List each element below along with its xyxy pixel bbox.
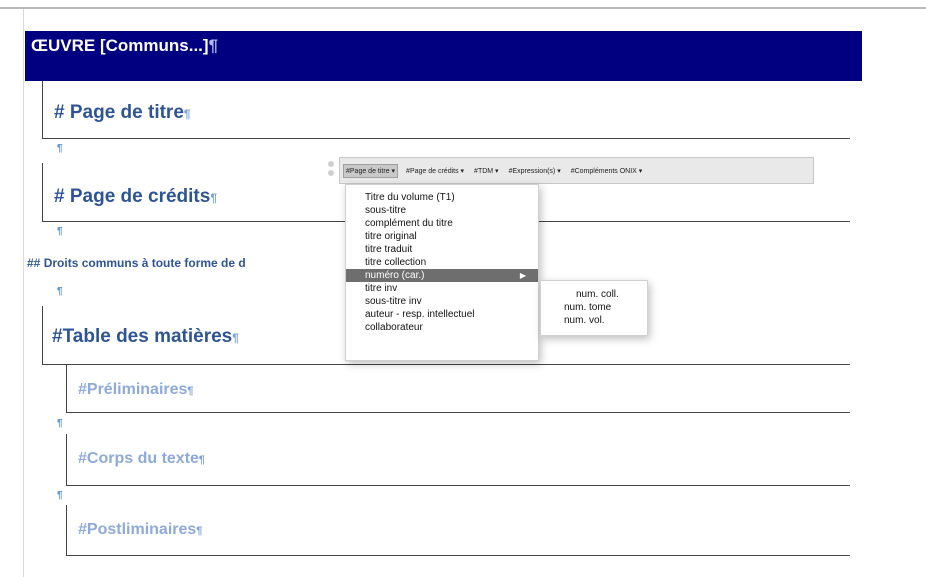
- toolbar-tdm-button[interactable]: #TDM ▾: [472, 165, 501, 177]
- pilcrow-mark: ¶: [196, 525, 203, 537]
- pilcrow-mark: ¶: [57, 490, 63, 501]
- menu-item-titre-volume[interactable]: Titre du volume (T1): [346, 191, 538, 204]
- pilcrow-mark: ¶: [183, 107, 191, 121]
- heading-page-titre[interactable]: # Page de titre¶: [54, 102, 191, 124]
- numero-submenu: num. coll. num. tome num. vol.: [540, 280, 648, 336]
- hash-mark: #: [78, 450, 87, 467]
- toolbar-grip-handle[interactable]: [325, 158, 337, 186]
- menu-item-numero[interactable]: numéro (car.) ▶: [346, 269, 538, 282]
- pilcrow-mark: ¶: [232, 331, 239, 345]
- menu-item-numero-label: numéro (car.): [365, 270, 425, 281]
- pilcrow-mark: ¶: [57, 226, 63, 237]
- hash-mark: #: [52, 326, 63, 347]
- pilcrow-mark: ¶: [208, 36, 219, 55]
- menu-item-collaborateur[interactable]: collaborateur: [346, 321, 538, 334]
- toolbar-complements-onix-button[interactable]: #Compléments ONIX ▾: [569, 165, 645, 177]
- menu-item-titre-inv[interactable]: titre inv: [346, 282, 538, 295]
- menu-item-sous-titre[interactable]: sous-titre: [346, 204, 538, 217]
- heading-postliminaires-text: Postliminaires: [86, 521, 197, 538]
- hash-mark: #: [78, 521, 87, 538]
- menu-item-titre-collection[interactable]: titre collection: [346, 256, 538, 269]
- hash-mark: #: [54, 102, 65, 123]
- heading-table-matieres-text: Table des matières: [62, 326, 233, 347]
- grip-dot: [328, 161, 334, 167]
- heading-page-credits[interactable]: # Page de crédits¶: [54, 186, 217, 208]
- menu-item-titre-traduit[interactable]: titre traduit: [346, 243, 538, 256]
- pilcrow-mark: ¶: [210, 191, 217, 205]
- page-titre-dropdown-menu: Titre du volume (T1) sous-titre compléme…: [345, 184, 539, 361]
- submenu-item-num-vol[interactable]: num. vol.: [541, 314, 647, 327]
- submenu-item-num-coll[interactable]: num. coll.: [541, 288, 647, 301]
- submenu-arrow-icon: ▶: [519, 271, 526, 280]
- left-margin-line: [23, 9, 24, 577]
- heading-preliminaires-text: Préliminaires: [86, 381, 188, 398]
- submenu-item-num-tome[interactable]: num. tome: [541, 301, 647, 314]
- grip-dot: [328, 170, 334, 176]
- heading-postliminaires[interactable]: #Postliminaires¶: [78, 521, 202, 539]
- hash-mark: #: [54, 186, 65, 207]
- hash-mark: #: [78, 381, 87, 398]
- pilcrow-mark: ¶: [57, 143, 63, 154]
- pilcrow-mark: ¶: [187, 385, 194, 397]
- heading-droits-communs[interactable]: ## Droits communs à toute forme de d: [27, 256, 340, 270]
- title-text: ŒUVRE [Communs...]: [31, 36, 209, 55]
- heading-droits-text: Droits communs à toute forme de d: [43, 256, 246, 270]
- toolbar-page-titre-button[interactable]: #Page de titre ▾: [343, 163, 399, 178]
- pilcrow-mark: ¶: [57, 418, 63, 429]
- menu-item-titre-original[interactable]: titre original: [346, 230, 538, 243]
- title-bar: ŒUVRE [Communs...]¶: [25, 31, 862, 81]
- menu-item-sous-titre-inv[interactable]: sous-titre inv: [346, 295, 538, 308]
- heading-table-matieres[interactable]: #Table des matières¶: [52, 326, 239, 348]
- pilcrow-mark: ¶: [57, 286, 63, 297]
- heading-corps-texte[interactable]: #Corps du texte¶: [78, 450, 205, 468]
- styles-toolbar: #Page de titre ▾ #Page de crédits ▾ #TDM…: [339, 157, 814, 184]
- toolbar-page-credits-button[interactable]: #Page de crédits ▾: [404, 165, 466, 177]
- heading-page-titre-text: Page de titre: [69, 102, 184, 123]
- top-border: [0, 7, 926, 9]
- toolbar-expressions-button[interactable]: #Expression(s) ▾: [507, 165, 563, 177]
- pilcrow-mark: ¶: [198, 454, 206, 466]
- hash-mark: ##: [27, 256, 41, 270]
- menu-item-auteur[interactable]: auteur - resp. intellectuel: [346, 308, 538, 321]
- heading-preliminaires[interactable]: #Préliminaires¶: [78, 381, 194, 399]
- heading-page-credits-text: Page de crédits: [69, 186, 211, 207]
- menu-item-complement-titre[interactable]: complément du titre: [346, 217, 538, 230]
- heading-corps-texte-text: Corps du texte: [86, 450, 199, 467]
